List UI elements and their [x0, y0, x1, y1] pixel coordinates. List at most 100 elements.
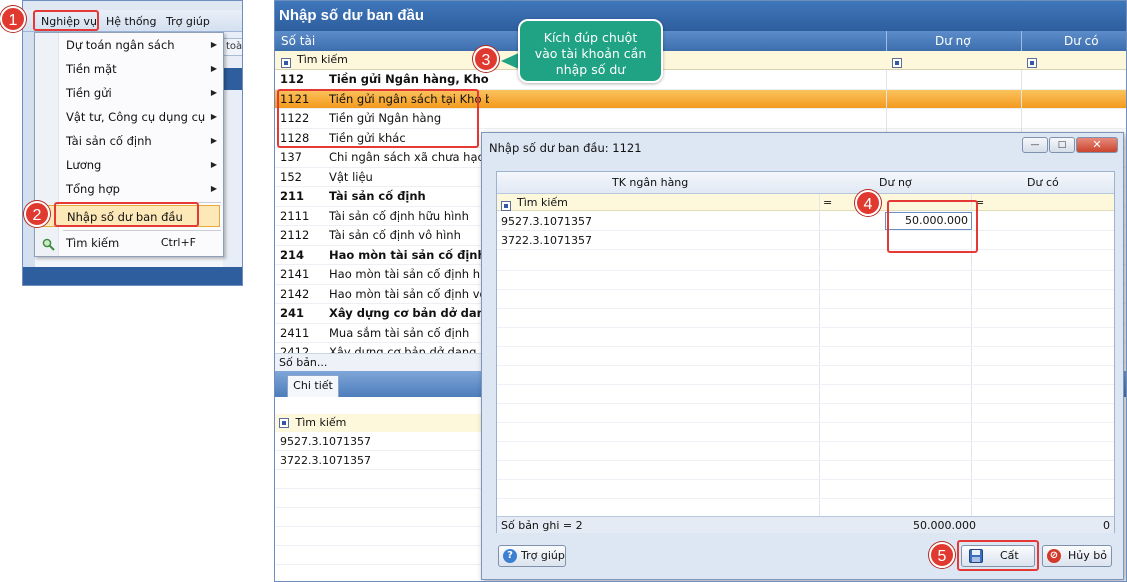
table-row[interactable]: 9527.3.1071357 — [497, 212, 1114, 231]
account-code: 112 — [280, 72, 305, 86]
right-pane: toà — [223, 32, 242, 285]
menu-item-tim-kiem[interactable]: Tìm kiếm Ctrl+F — [36, 232, 222, 254]
grid-line — [497, 422, 1114, 423]
account-code: 211 — [280, 189, 305, 203]
menu-item-label: Tìm kiếm — [66, 236, 120, 250]
highlight-frame-step3 — [277, 89, 479, 148]
tooltip-line: nhập số dư — [555, 62, 626, 77]
record-count-label: Số bản ghi = 2 — [501, 519, 583, 532]
search-label: Tìm kiếm — [297, 53, 348, 66]
col-header-account[interactable]: Số tài — [281, 31, 315, 51]
grid-line — [497, 498, 1114, 499]
tab-chi-tiet[interactable]: Chi tiết — [287, 375, 339, 397]
menu-item-luong[interactable]: Lương ▶ — [36, 154, 222, 176]
minimize-icon[interactable]: — — [1022, 137, 1048, 153]
account-code: 2112 — [280, 228, 310, 242]
account-code: 2141 — [280, 267, 310, 281]
account-code: 2111 — [280, 208, 310, 223]
grid-line — [497, 346, 1114, 347]
close-icon[interactable]: ✕ — [1076, 137, 1118, 153]
chevron-right-icon: ▶ — [210, 112, 217, 121]
col-divider — [886, 31, 887, 51]
account-name: Hao mòn tài sản cố định — [329, 247, 486, 262]
account-name: Vật liệu — [329, 169, 373, 184]
account-name: Chi ngân sách xã chưa hạch toán — [329, 150, 489, 164]
filter-toggle-icon[interactable] — [892, 58, 902, 68]
account-code: 152 — [280, 169, 302, 184]
grid-line — [497, 308, 1114, 309]
filter-toggle-icon[interactable] — [1027, 58, 1037, 68]
grid-line — [497, 479, 1114, 480]
table-row[interactable]: 3722.3.1071357 — [497, 231, 1114, 250]
dialog-grid-header: TK ngân hàng Dư nợ Dư có — [497, 172, 1114, 194]
menu-separator — [63, 230, 221, 231]
table-row[interactable]: 112 Tiền gửi Ngân hàng, Kho bạc — [275, 70, 1126, 90]
debit-total: 50.000.000 — [913, 519, 976, 532]
dialog-search-row[interactable]: Tìm kiếm = = — [497, 194, 1114, 211]
accounts-search-row[interactable]: Tìm kiếm — [275, 51, 1126, 70]
menu-tro-giup[interactable]: Trợ giúp — [162, 13, 214, 30]
maximize-icon[interactable]: □ — [1049, 137, 1075, 153]
col-header-debit[interactable]: Dư nợ — [879, 172, 912, 194]
bottom-bar — [23, 267, 242, 285]
account-name: Hao mòn tài sản cố định hữu hình — [329, 267, 489, 281]
search-icon — [42, 236, 55, 251]
account-name: Tài sản cố định — [329, 189, 426, 203]
grid-line — [497, 327, 1114, 328]
menu-item-label: Lương — [66, 158, 102, 172]
account-name: Tài sản cố định hữu hình — [329, 208, 469, 223]
record-count-label: Số bản... — [275, 353, 490, 371]
menu-item-tong-hop[interactable]: Tổng hợp ▶ — [36, 178, 222, 200]
menu-item-tien-gui[interactable]: Tiền gửi ▶ — [36, 82, 222, 104]
step-badge-2: 2 — [24, 201, 50, 227]
chevron-right-icon: ▶ — [210, 136, 217, 145]
dialog-summary-row: Số bản ghi = 2 50.000.000 0 — [497, 516, 1114, 533]
col-header-bank[interactable]: TK ngân hàng — [612, 172, 688, 194]
filter-operator[interactable]: = — [823, 194, 832, 211]
menu-he-thong[interactable]: Hệ thống — [102, 13, 161, 30]
cancel-label: Hủy bỏ — [1068, 549, 1107, 562]
dialog-title: Nhập số dư ban đầu: 1121 — [489, 141, 642, 155]
bank-account-cell: 9527.3.1071357 — [501, 215, 592, 228]
opening-balance-window: Nhập số dư ban đầu Số tài Dư nợ Dư có Tì… — [274, 0, 1127, 582]
grid-line — [497, 384, 1114, 385]
highlight-frame-step5 — [957, 540, 1039, 571]
filter-toggle-icon[interactable] — [281, 58, 291, 68]
account-code: 214 — [280, 247, 305, 262]
chevron-right-icon: ▶ — [210, 40, 217, 49]
shortcut-label: Ctrl+F — [160, 236, 196, 249]
grid-line — [497, 403, 1114, 404]
col-header-credit[interactable]: Dư có — [1064, 31, 1099, 51]
grid-line — [497, 460, 1114, 461]
account-code: 2142 — [280, 286, 310, 301]
grid-line — [497, 270, 1114, 271]
account-name: Mua sắm tài sản cố định — [329, 325, 470, 340]
grid-line — [497, 441, 1114, 442]
filter-toggle-icon[interactable] — [279, 418, 289, 428]
chevron-right-icon: ▶ — [210, 64, 217, 73]
col-header-debit[interactable]: Dư nợ — [935, 31, 971, 51]
chevron-right-icon: ▶ — [210, 184, 217, 193]
search-label: Tìm kiếm — [295, 416, 347, 429]
col-divider — [1021, 31, 1022, 51]
menu-item-du-toan[interactable]: Dự toán ngân sách ▶ — [36, 34, 222, 56]
table-row[interactable]: 9527.3.1071357 — [275, 432, 485, 451]
menu-item-tai-san[interactable]: Tài sản cố định ▶ — [36, 130, 222, 152]
credit-total: 0 — [1103, 519, 1110, 532]
col-header-credit[interactable]: Dư có — [1027, 172, 1059, 194]
cancel-button[interactable]: ⊘ Hủy bỏ — [1042, 545, 1112, 567]
menu-item-vat-tu[interactable]: Vật tư, Công cụ dụng cụ ▶ — [36, 106, 222, 128]
page-title: Nhập số dư ban đầu — [275, 1, 1126, 31]
account-balance-dialog: Nhập số dư ban đầu: 1121 — □ ✕ TK ngân h… — [481, 132, 1124, 580]
account-code: 2411 — [280, 325, 310, 340]
top-strip — [23, 1, 242, 10]
account-code: 241 — [280, 306, 305, 320]
detail-search-row[interactable]: Tìm kiếm — [275, 414, 485, 432]
help-button[interactable]: ? Trợ giúp — [498, 545, 566, 567]
right-tab[interactable]: toà — [223, 38, 242, 56]
table-row[interactable]: 3722.3.1071357 — [275, 451, 485, 470]
menu-item-tien-mat[interactable]: Tiền mặt ▶ — [36, 58, 222, 80]
cancel-icon: ⊘ — [1047, 549, 1061, 563]
account-name: Xây dựng cơ bản dở dang — [329, 306, 489, 320]
filter-toggle-icon[interactable] — [501, 201, 511, 211]
